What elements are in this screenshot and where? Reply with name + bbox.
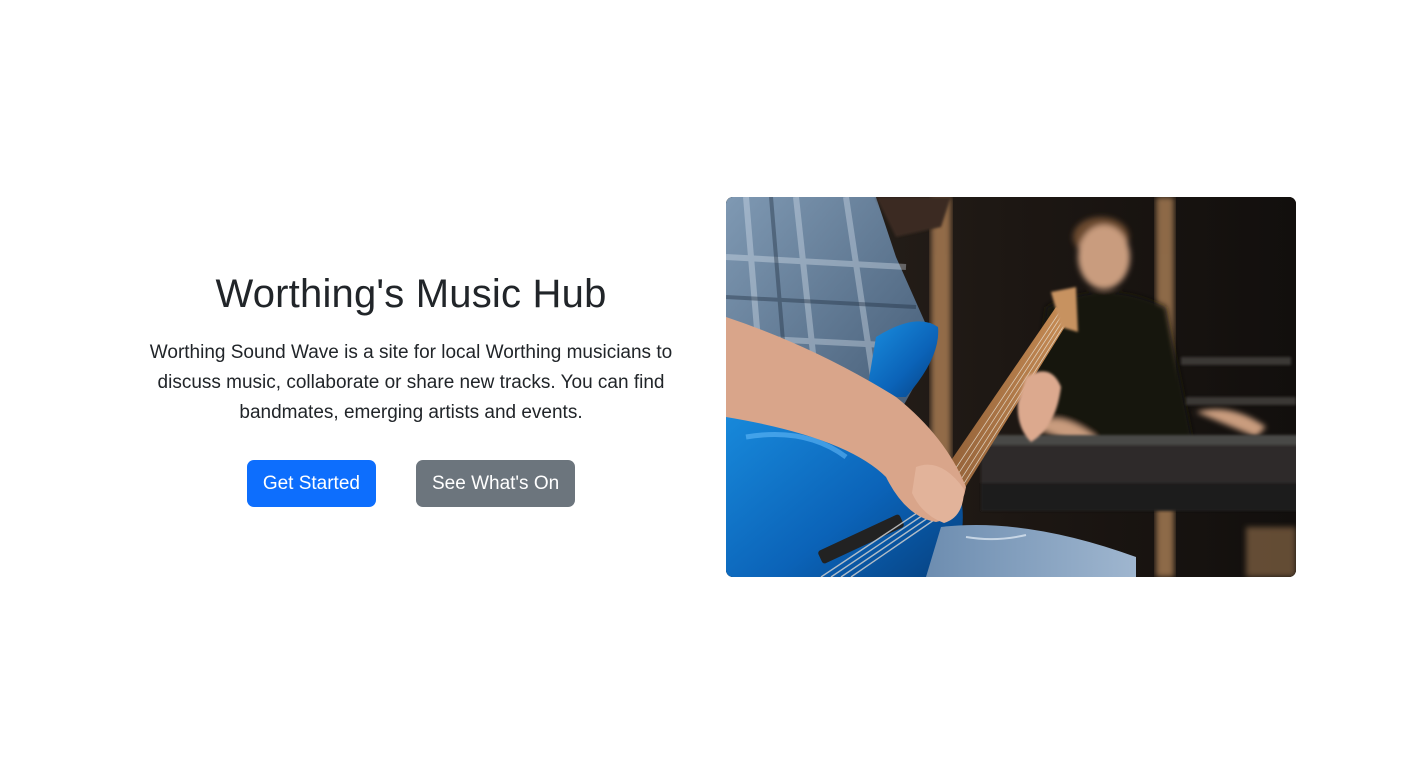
see-whats-on-button[interactable]: See What's On [415, 460, 576, 507]
hero-title: Worthing's Music Hub [215, 272, 607, 316]
hero-buttons: Get Started See What's On [126, 460, 696, 507]
hero-description: Worthing Sound Wave is a site for local … [149, 342, 673, 423]
get-started-button[interactable]: Get Started [246, 460, 376, 507]
hero-text-column: Worthing's Music Hub Worthing Sound Wave… [126, 266, 696, 507]
hero-section: Worthing's Music Hub Worthing Sound Wave… [0, 0, 1412, 768]
musicians-photo-illustration [726, 197, 1296, 577]
hero-image [726, 197, 1296, 577]
